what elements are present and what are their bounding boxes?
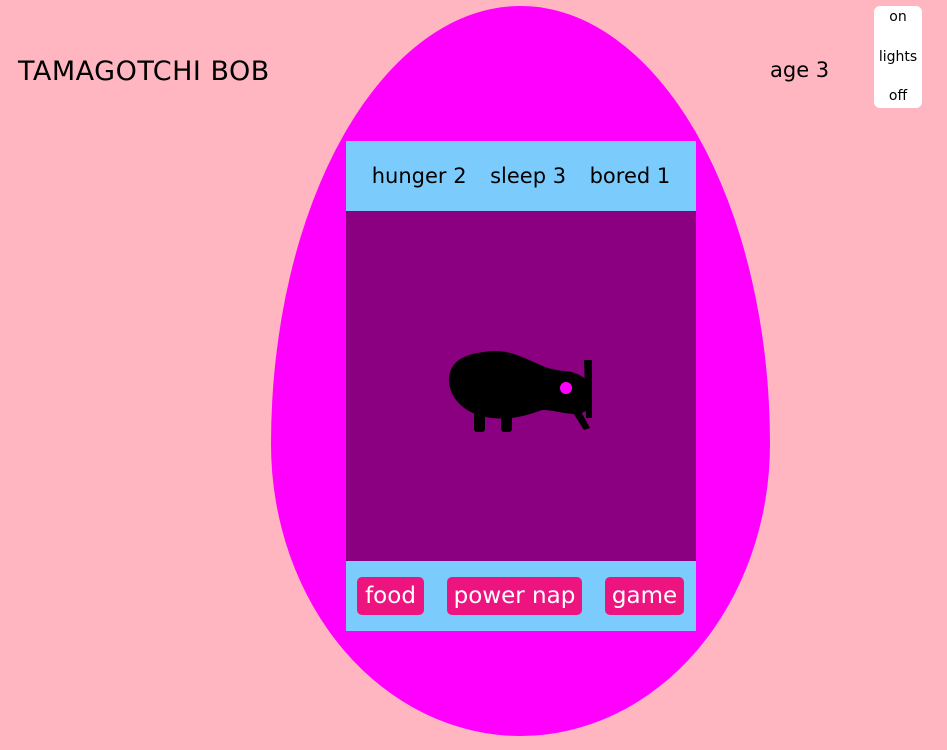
tamagotchi-device: hunger 2 sleep 3 bored 1 food power nap … xyxy=(346,141,696,631)
sleep-stat: sleep 3 xyxy=(490,164,567,188)
food-button[interactable]: food xyxy=(357,577,424,615)
lights-on-button[interactable]: on xyxy=(889,8,906,26)
power-nap-button[interactable]: power nap xyxy=(447,577,582,615)
game-button[interactable]: game xyxy=(605,577,684,615)
hunger-stat: hunger 2 xyxy=(371,164,467,188)
stats-bar: hunger 2 sleep 3 bored 1 xyxy=(346,141,696,211)
lights-label: lights xyxy=(878,48,918,65)
action-bar: food power nap game xyxy=(346,561,696,631)
kiwi-bird-icon xyxy=(449,350,592,432)
pet-screen xyxy=(346,211,696,561)
bored-stat: bored 1 xyxy=(589,164,671,188)
lights-off-button[interactable]: off xyxy=(889,87,907,105)
app-title: TAMAGOTCHI BOB xyxy=(18,56,270,87)
lights-control: on lights off xyxy=(874,6,922,108)
age-display: age 3 xyxy=(770,58,830,82)
